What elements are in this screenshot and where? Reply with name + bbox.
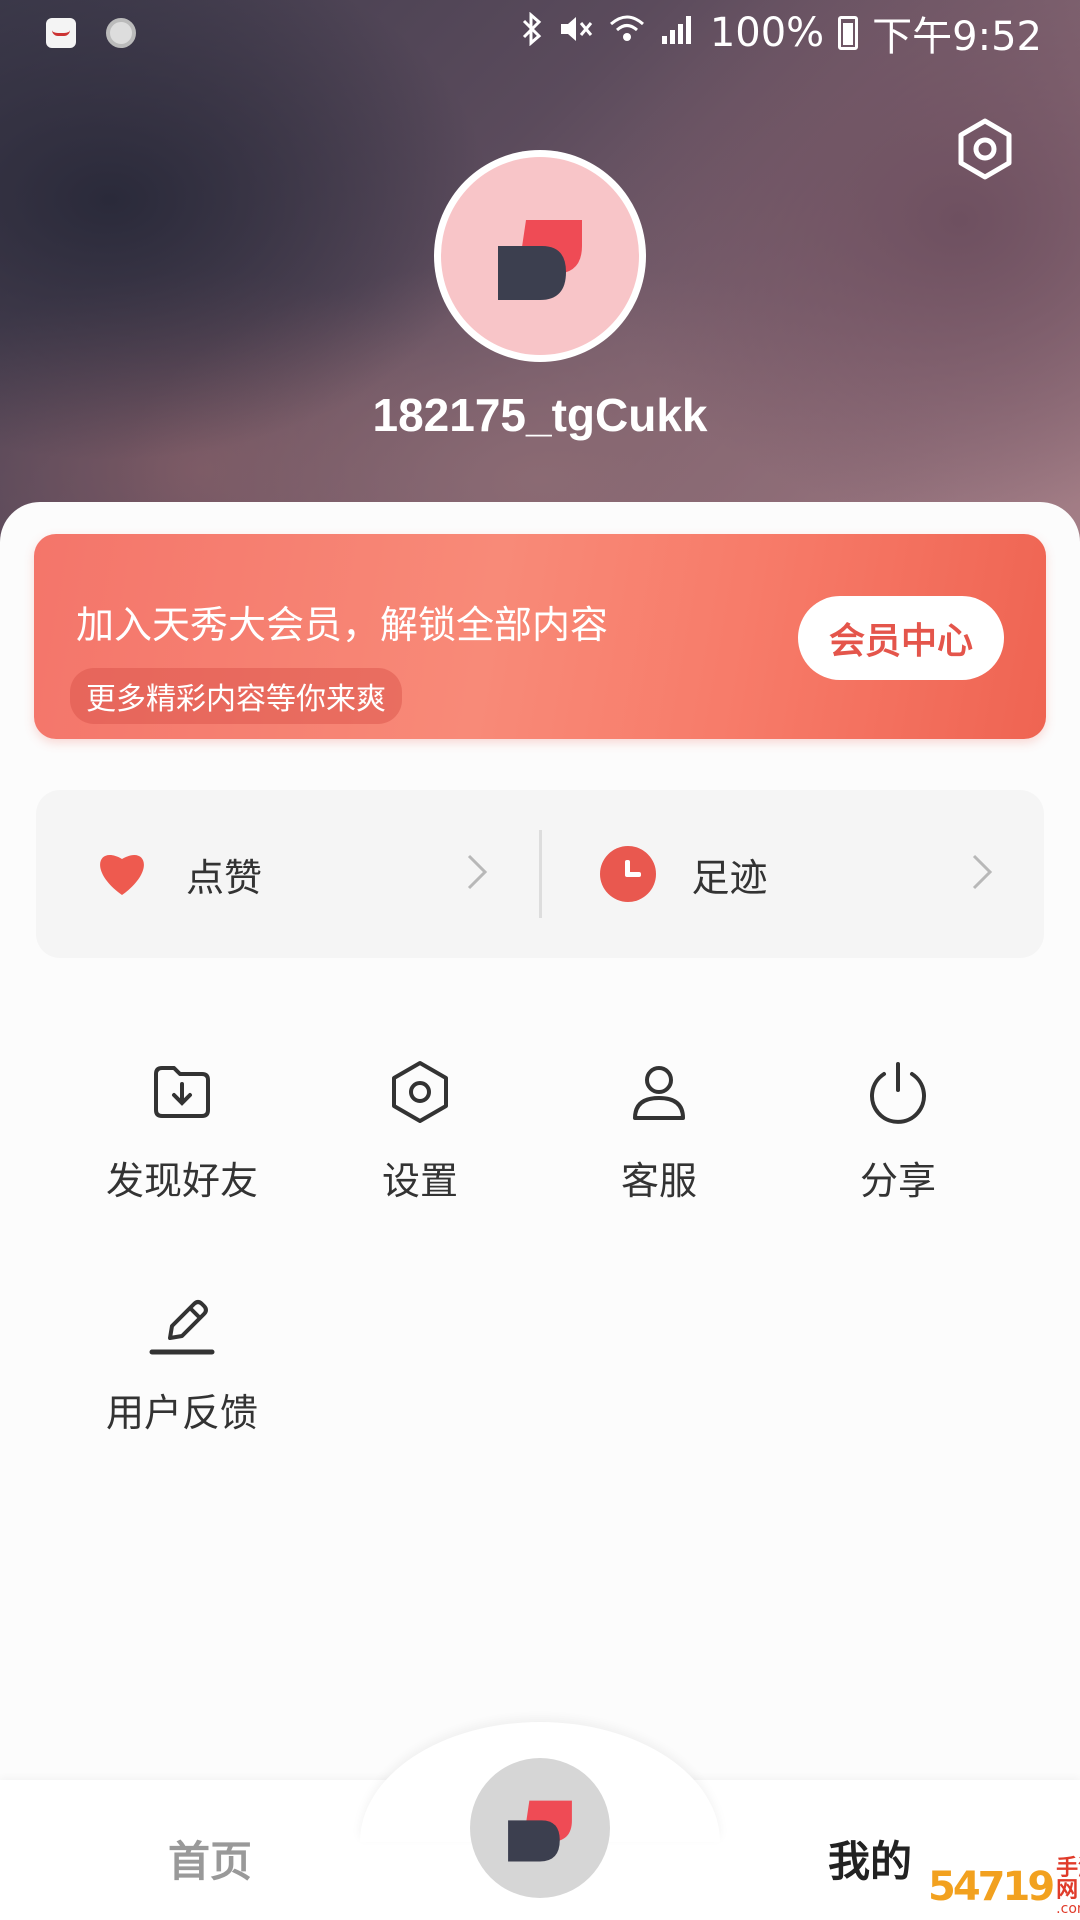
chevron-right-icon (465, 852, 489, 896)
watermark-domain: .com.cn (1056, 1901, 1080, 1917)
find-friends-item[interactable]: 发现好友 (62, 1058, 302, 1205)
settings-hex-icon (392, 1061, 448, 1123)
app-logo-icon (508, 1800, 572, 1862)
nav-home-tab[interactable]: 首页 (120, 1828, 300, 1889)
vip-banner[interactable]: 加入天秀大会员，解锁全部内容 更多精彩内容等你来爽 会员中心 (34, 534, 1046, 739)
clock-icon (599, 846, 656, 902)
battery-percent: 100% (709, 10, 825, 56)
history-label: 足迹 (691, 855, 768, 900)
vip-subtitle: 更多精彩内容等你来爽 (70, 668, 402, 724)
wifi-icon (608, 12, 646, 54)
watermark-number: 54719 (928, 1864, 1055, 1910)
feedback-label: 用户反馈 (105, 1391, 258, 1435)
feedback-item[interactable]: 用户反馈 (62, 1290, 302, 1437)
history-entry[interactable]: 足迹 (542, 790, 1045, 958)
settings-label: 设置 (381, 1159, 458, 1203)
status-bar: 100% 下午9:52 (0, 0, 1080, 66)
likes-label: 点赞 (186, 855, 263, 900)
share-item[interactable]: 分享 (778, 1058, 1018, 1205)
folder-download-icon (154, 1066, 210, 1118)
quick-actions-card: 点赞 足迹 (36, 790, 1044, 958)
power-icon (870, 1062, 926, 1124)
vip-title: 加入天秀大会员，解锁全部内容 (76, 603, 609, 647)
bluetooth-icon (520, 11, 544, 54)
avatar[interactable] (434, 150, 646, 362)
settings-icon[interactable] (954, 118, 1016, 180)
pencil-icon (149, 1300, 215, 1355)
likes-entry[interactable]: 点赞 (36, 790, 539, 958)
heart-icon (94, 847, 150, 901)
clock-time: 下午9:52 (872, 14, 1042, 60)
watermark-text: 手游网 (1056, 1856, 1080, 1903)
huawei-app-icon (46, 18, 76, 48)
nav-center-logo-button[interactable] (470, 1758, 610, 1898)
customer-service-item[interactable]: 客服 (539, 1058, 779, 1205)
chevron-right-icon (970, 852, 994, 896)
vip-center-button[interactable]: 会员中心 (798, 596, 1004, 680)
signal-icon (660, 12, 696, 54)
settings-item[interactable]: 设置 (300, 1058, 540, 1205)
find-friends-label: 发现好友 (105, 1159, 258, 1203)
notification-dot-icon (106, 18, 136, 48)
battery-charging-icon (838, 16, 859, 50)
share-label: 分享 (859, 1159, 936, 1203)
app-logo-avatar (441, 157, 639, 355)
user-icon (633, 1066, 685, 1120)
customer-service-label: 客服 (620, 1159, 697, 1203)
watermark: 54719 手游网 .com.cn (928, 1858, 1080, 1916)
mute-icon (558, 12, 594, 54)
username: 182175_tgCukk (372, 389, 708, 441)
